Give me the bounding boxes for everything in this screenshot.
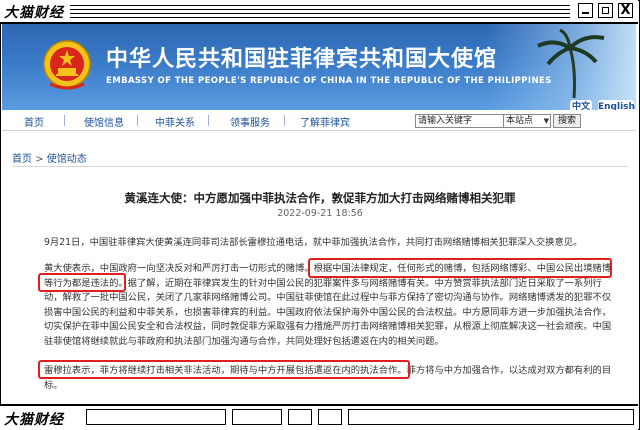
embassy-title-en: EMBASSY OF THE PEOPLE'S REPUBLIC OF CHIN… [106,76,552,86]
footer-box [86,409,226,425]
lang-chinese-button[interactable]: 中文 [570,100,592,110]
highlight-box [38,360,410,379]
nav-divider [208,115,209,126]
highlight-box [38,273,126,292]
article-paragraph: 9月21日，中国驻菲律宾大使黄溪连同菲司法部长雷穆拉通电话，就中菲加强执法合作，… [44,237,583,248]
breadcrumb: 首页 > 使馆动态 [12,150,87,165]
nav-item-consular[interactable]: 领事服务 [230,114,270,129]
breadcrumb-current[interactable]: 使馆动态 [47,154,87,165]
close-glyph: X [620,3,631,18]
nav-item-china-philippines[interactable]: 中菲关系 [155,114,195,129]
article-date: 2022-09-21 18:56 [277,208,363,219]
window-footer-bar: 大猫财经 [0,404,638,430]
national-emblem-icon [43,40,91,90]
title-bar-rule [70,5,570,6]
footer-box [318,409,342,425]
breadcrumb-divider [12,166,628,167]
nav-divider [137,115,138,126]
search-button[interactable]: 搜索 [553,114,581,128]
footer-box [348,409,634,425]
chevron-down-icon: ▼ [543,117,549,125]
window-title-bar: 大猫财经 X [0,0,638,24]
title-bar-rule [70,9,570,10]
title-bar-rule [70,17,570,18]
embassy-banner: 中华人民共和国驻菲律宾共和国大使馆 EMBASSY OF THE PEOPLE'… [2,24,636,110]
nav-item-home[interactable]: 首页 [24,114,44,129]
nav-divider [64,115,65,126]
brand-title: 大猫财经 [4,412,64,428]
breadcrumb-separator: > [35,154,44,165]
close-icon[interactable]: X [618,3,633,18]
search-scope-select[interactable]: 本站点 ▼ [503,114,551,128]
search-input[interactable]: 请输入关键字 [415,114,504,128]
main-nav: 首页 使馆信息 中菲关系 领事服务 了解菲律宾 请输入关键字 本站点 ▼ 搜索 [2,112,636,131]
minimize-icon[interactable] [578,3,593,18]
nav-item-embassy-info[interactable]: 使馆信息 [84,114,124,129]
article-headline: 黄溪连大使：中方愿加强中菲执法合作，敦促菲方加大打击网络赌博相关犯罪 [124,191,516,205]
footer-box [232,409,282,425]
scope-selected: 本站点 [506,116,534,126]
breadcrumb-home[interactable]: 首页 [12,154,32,165]
brand-title: 大猫财经 [4,5,64,21]
nav-item-about-philippines[interactable]: 了解菲律宾 [300,114,350,129]
title-bar-rule [70,13,570,14]
highlight-box [308,258,612,278]
embassy-title-cn: 中华人民共和国驻菲律宾共和国大使馆 [106,46,498,72]
palm-tree-icon [537,28,605,98]
maximize-icon[interactable] [598,3,613,18]
lang-english-button[interactable]: English [598,100,635,110]
nav-divider [284,115,285,126]
footer-box [288,409,312,425]
